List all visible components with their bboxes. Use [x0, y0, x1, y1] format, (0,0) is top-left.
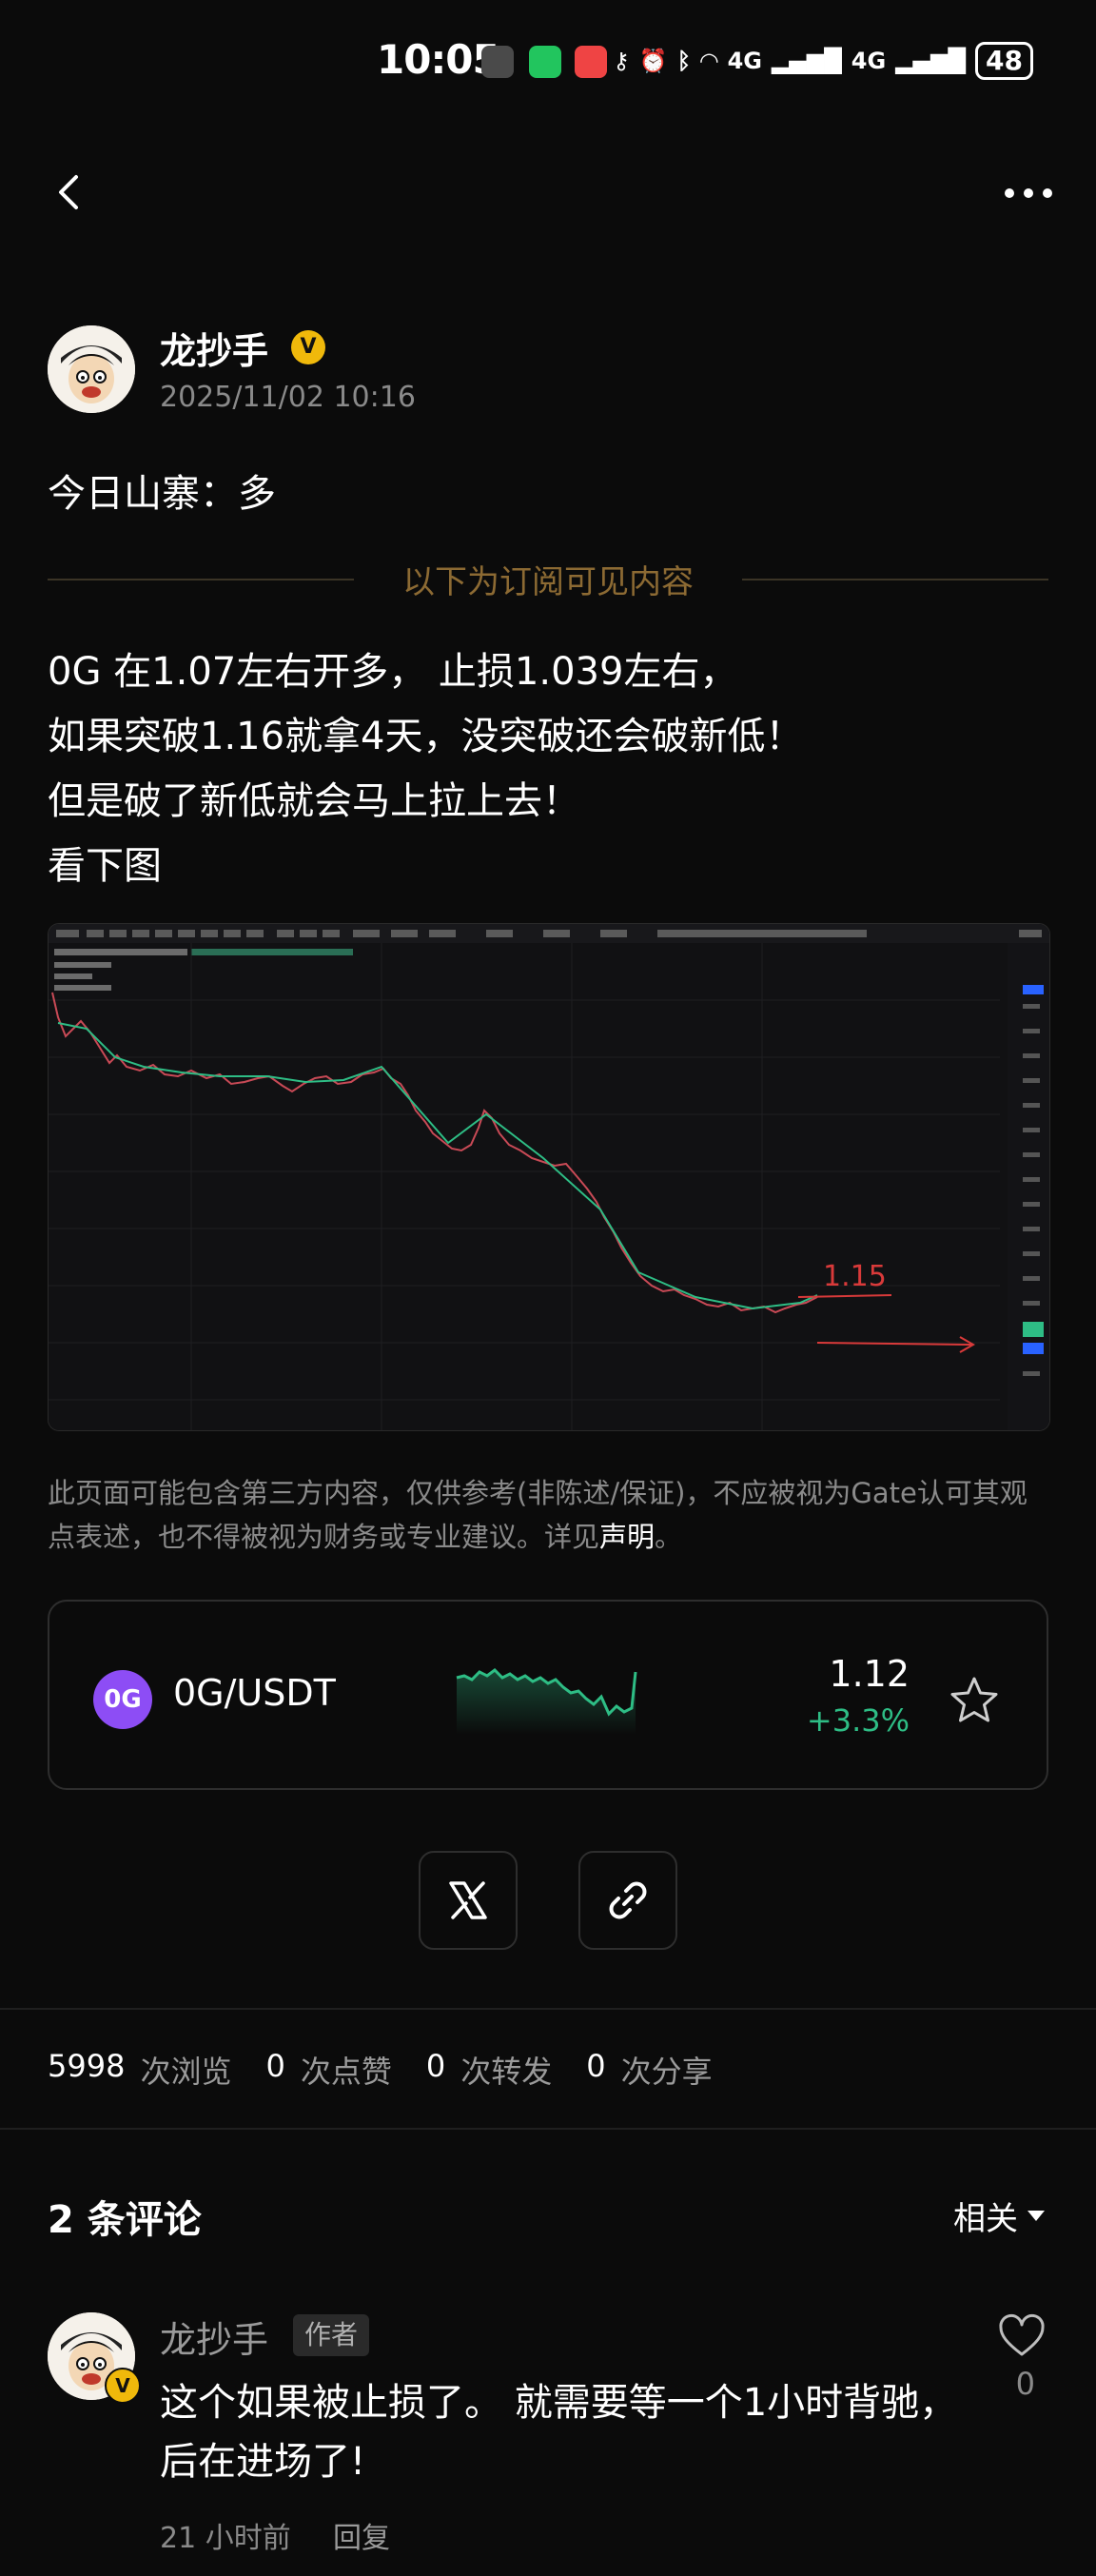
ticker-change: +3.3%: [806, 1702, 910, 1739]
post-line: 如果突破1.16就拿4天，没突破还会破新低！: [48, 715, 804, 758]
network-label-2: 4G: [851, 48, 887, 74]
subscriber-divider-label: 以下为订阅可见内容: [402, 563, 694, 601]
chevron-down-icon: [1028, 2211, 1045, 2221]
avatar-illustration-icon: [48, 325, 135, 413]
phone-app-icon: [529, 46, 561, 78]
status-indicators: ⚷ ⏰ ᛒ ◠ 4G ▂▄▆█ 4G ▂▄▆█ 48: [613, 42, 1033, 80]
key-icon: ⚷: [613, 48, 630, 74]
more-button[interactable]: [1005, 179, 1062, 207]
post-line: 看下图: [48, 844, 162, 888]
disclaimer-link[interactable]: 声明: [599, 1521, 655, 1553]
mail-app-icon: [575, 46, 607, 78]
post-date: 2025/11/02 10:16: [160, 381, 416, 414]
wifi-icon: ◠: [700, 48, 718, 74]
disclaimer-text: 此页面可能包含第三方内容，仅供参考(非陈述/保证)，不应被视为Gate认可其观点…: [48, 1477, 1028, 1553]
price-scale: [1008, 943, 1049, 1430]
comment-time: 21 小时前: [160, 2522, 291, 2555]
author-tag: 作者: [293, 2314, 370, 2356]
ticker-price: 1.12: [829, 1653, 910, 1695]
comment-sort-dropdown[interactable]: 相关: [953, 2193, 1045, 2239]
alarm-icon: ⏰: [638, 48, 668, 74]
reposts-count: 0: [425, 2048, 446, 2084]
comment-text: 这个如果被止损了。 就需要等一个1小时背驰，后在进场了!: [160, 2381, 958, 2484]
chart-image[interactable]: 1.15: [48, 923, 1050, 1431]
star-icon: [950, 1677, 998, 1722]
post-intro: 今日山寨：多: [48, 472, 276, 516]
link-icon: [609, 1881, 647, 1919]
author-avatar[interactable]: [48, 325, 135, 413]
battery-indicator: 48: [975, 42, 1033, 80]
views-count: 5998: [48, 2048, 126, 2084]
back-button[interactable]: [49, 171, 91, 213]
disclaimer-end: 。: [655, 1521, 683, 1553]
post-content: 0G 在1.07左右开多， 止损1.039左右， 如果突破1.16就拿4天，没突…: [48, 639, 804, 898]
signal-icon-2: ▂▄▆█: [895, 48, 967, 74]
verified-badge-icon: V: [105, 2368, 141, 2404]
disclaimer: 此页面可能包含第三方内容，仅供参考(非陈述/保证)，不应被视为Gate认可其观点…: [48, 1471, 1048, 1559]
share-x-button[interactable]: [419, 1851, 518, 1950]
verified-badge-icon: V: [291, 330, 325, 364]
likes-label: 次点赞: [300, 2054, 392, 2090]
app-notification-icon: [481, 46, 514, 78]
shares-count: 0: [586, 2048, 606, 2084]
sparkline-chart: [456, 1668, 637, 1735]
likes-count: 0: [265, 2048, 285, 2084]
comment-author[interactable]: 龙抄手: [160, 2311, 268, 2363]
post-stats: 5998 次浏览 0 次点赞 0 次转发 0 次分享: [48, 2048, 747, 2092]
signal-icon: ▂▄▆█: [771, 48, 842, 74]
bluetooth-icon: ᛒ: [676, 48, 692, 74]
copy-link-button[interactable]: [578, 1851, 677, 1950]
section-separator: [0, 2128, 1096, 2130]
shares-label: 次分享: [620, 2054, 713, 2090]
network-label: 4G: [727, 48, 762, 74]
back-arrow-icon: [59, 175, 78, 209]
like-button[interactable]: [997, 2312, 1047, 2360]
candlestick-chart-image: 1.15: [49, 924, 1049, 1430]
heart-icon: [999, 2313, 1045, 2356]
favorite-button[interactable]: [948, 1674, 1001, 1727]
sort-label: 相关: [953, 2200, 1018, 2238]
comments-title: 2 条评论: [48, 2198, 202, 2242]
handwritten-annotation: 1.15: [823, 1260, 887, 1293]
coin-logo-icon: 0G: [93, 1670, 152, 1729]
x-logo-icon: [449, 1881, 487, 1919]
pair-name: 0G/USDT: [173, 1672, 336, 1714]
views-label: 次浏览: [140, 2054, 232, 2090]
author-name[interactable]: 龙抄手: [160, 322, 268, 374]
section-separator: [0, 2008, 1096, 2010]
ticker-card[interactable]: 0G 0G/USDT 1.12 +3.3%: [48, 1600, 1048, 1790]
post-line: 但是破了新低就会马上拉上去！: [48, 779, 580, 823]
post-line: 0G 在1.07左右开多， 止损1.039左右，: [48, 650, 738, 694]
reply-button[interactable]: 回复: [333, 2514, 390, 2556]
reposts-label: 次转发: [460, 2054, 553, 2090]
more-dots-icon: [1005, 188, 1014, 198]
like-count: 0: [1015, 2366, 1035, 2402]
annotation-text: 1.15: [823, 1260, 887, 1293]
